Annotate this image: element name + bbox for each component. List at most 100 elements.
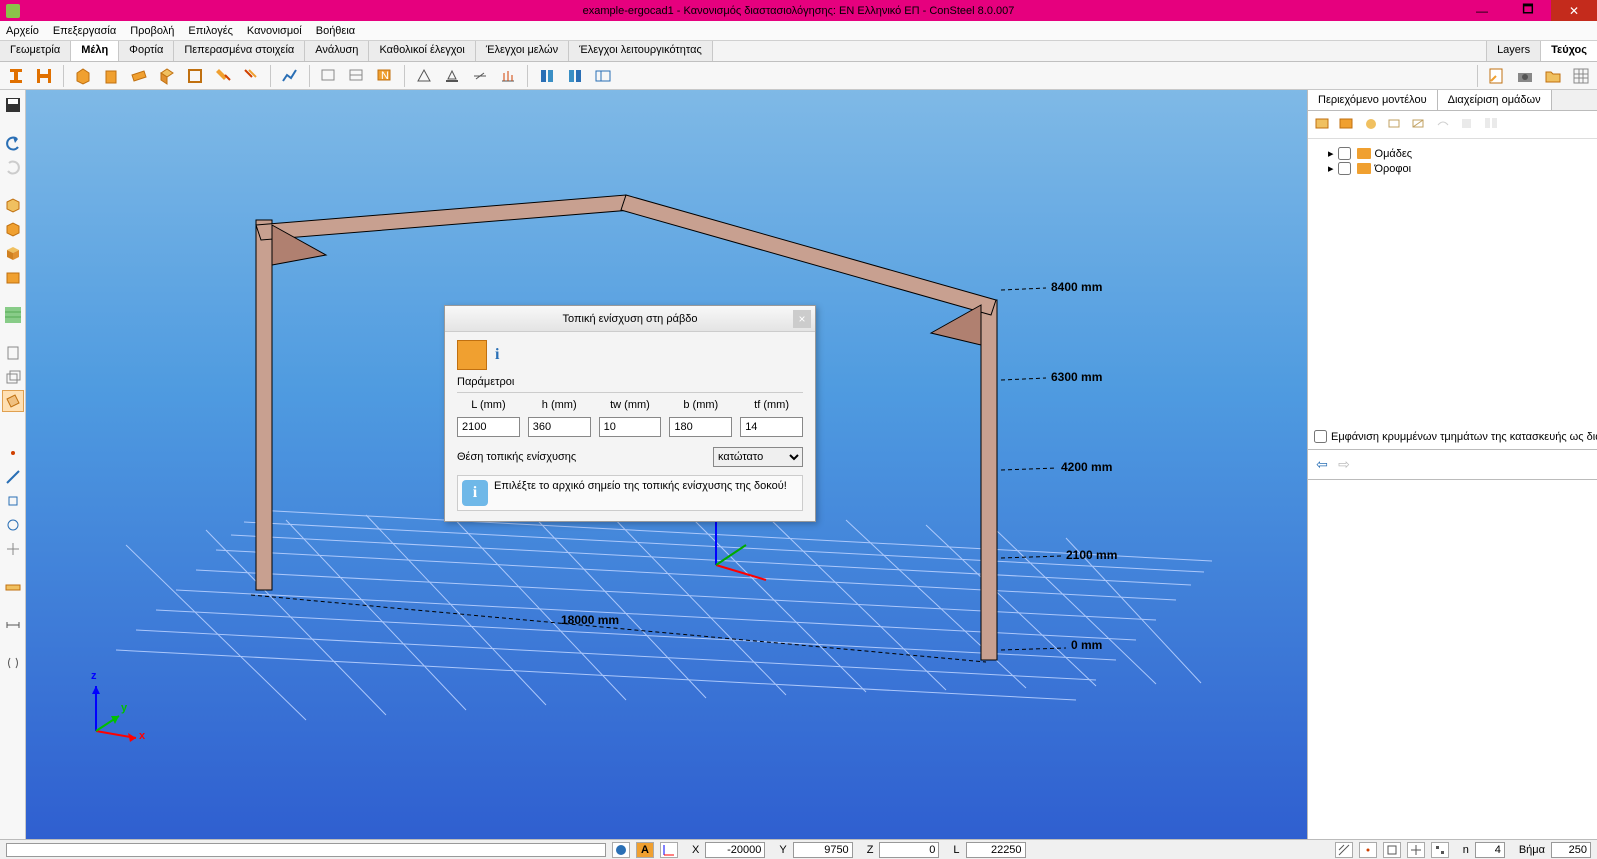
tree-stories[interactable]: ▸ Όροφοι	[1328, 162, 1587, 175]
snap-icon-5[interactable]	[1431, 842, 1449, 858]
tab-finite-elements[interactable]: Πεπερασμένα στοιχεία	[174, 41, 305, 61]
tool-frame-icon[interactable]	[183, 64, 207, 88]
tree-groups[interactable]: ▸ Ομάδες	[1328, 147, 1587, 160]
line-icon[interactable]	[2, 466, 24, 488]
tool-link3-icon[interactable]	[591, 64, 615, 88]
tool-camera-icon[interactable]	[1513, 64, 1537, 88]
brackets-icon[interactable]	[2, 652, 24, 674]
snap1-icon[interactable]	[2, 490, 24, 512]
input-step[interactable]	[1551, 842, 1591, 858]
tree-stories-checkbox[interactable]	[1338, 162, 1351, 175]
close-button[interactable]: ✕	[1551, 0, 1597, 21]
rp-icon-6[interactable]	[1434, 115, 1452, 134]
menu-help[interactable]: Βοήθεια	[316, 25, 355, 37]
input-tw[interactable]	[599, 417, 662, 437]
tool-link1-icon[interactable]	[535, 64, 559, 88]
tool-support1-icon[interactable]	[412, 64, 436, 88]
rtab-group-mgmt[interactable]: Διαχείριση ομάδων	[1438, 90, 1552, 110]
input-n[interactable]	[1475, 842, 1505, 858]
redo-icon[interactable]	[2, 156, 24, 178]
sheet1-icon[interactable]	[2, 342, 24, 364]
rp-icon-2[interactable]	[1338, 115, 1356, 134]
snap3-icon[interactable]	[2, 538, 24, 560]
status-A-button[interactable]: A	[636, 842, 654, 858]
tool-support4-icon[interactable]	[496, 64, 520, 88]
tool-chart-icon[interactable]	[278, 64, 302, 88]
cube1-icon[interactable]	[2, 194, 24, 216]
dialog-close-button[interactable]: ×	[793, 310, 811, 328]
status-axis-icon[interactable]	[660, 842, 678, 858]
haunch-mode-icon[interactable]	[457, 340, 487, 370]
rp-icon-8[interactable]	[1482, 115, 1500, 134]
rp-icon-7[interactable]	[1458, 115, 1476, 134]
info-icon[interactable]: i	[495, 346, 499, 364]
rp-icon-4[interactable]	[1386, 115, 1404, 134]
status-globe-icon[interactable]	[612, 842, 630, 858]
maximize-button[interactable]: 🗖	[1505, 0, 1551, 21]
tool-flag1-icon[interactable]	[317, 64, 341, 88]
tab-serviceability[interactable]: Έλεγχοι λειτουργικότητας	[569, 41, 713, 61]
tool-flag3-icon[interactable]: N	[373, 64, 397, 88]
input-X[interactable]	[705, 842, 765, 858]
right-tab-layers[interactable]: Layers	[1486, 41, 1540, 61]
nav-back-icon[interactable]: ⇦	[1314, 457, 1330, 473]
input-Y[interactable]	[793, 842, 853, 858]
position-select[interactable]: κατώτατο	[713, 447, 803, 467]
undo-icon[interactable]	[2, 132, 24, 154]
save-icon[interactable]	[2, 94, 24, 116]
right-tab-report[interactable]: Τεύχος	[1540, 41, 1597, 61]
rp-icon-5[interactable]	[1410, 115, 1428, 134]
tab-geometry[interactable]: Γεωμετρία	[0, 41, 71, 61]
input-L[interactable]	[457, 417, 520, 437]
sheet3-icon[interactable]	[2, 390, 24, 412]
tab-loads[interactable]: Φορτία	[119, 41, 174, 61]
cube4-icon[interactable]	[2, 266, 24, 288]
tab-members[interactable]: Μέλη	[71, 41, 119, 61]
input-tf[interactable]	[740, 417, 803, 437]
tool-plate-icon[interactable]	[127, 64, 151, 88]
nav-forward-icon[interactable]: ⇨	[1336, 457, 1352, 473]
snap-icon-1[interactable]	[1335, 842, 1353, 858]
snap-icon-4[interactable]	[1407, 842, 1425, 858]
tool-bolt-icon[interactable]	[211, 64, 235, 88]
tab-analysis[interactable]: Ανάλυση	[305, 41, 369, 61]
tab-global-checks[interactable]: Καθολικοί έλεγχοι	[369, 41, 475, 61]
dim-icon[interactable]	[2, 614, 24, 636]
point-icon[interactable]	[2, 442, 24, 464]
tool-box2-icon[interactable]	[99, 64, 123, 88]
sheet2-icon[interactable]	[2, 366, 24, 388]
cube3-icon[interactable]	[2, 242, 24, 264]
tab-member-checks[interactable]: Έλεγχοι μελών	[476, 41, 569, 61]
tool-support2-icon[interactable]	[440, 64, 464, 88]
tool-box-icon[interactable]	[71, 64, 95, 88]
snap2-icon[interactable]	[2, 514, 24, 536]
cube2-icon[interactable]	[2, 218, 24, 240]
input-h[interactable]	[528, 417, 591, 437]
menu-file[interactable]: Αρχείο	[6, 25, 39, 37]
input-Z[interactable]	[879, 842, 939, 858]
show-hidden-checkbox[interactable]	[1314, 430, 1327, 443]
input-L-status[interactable]	[966, 842, 1026, 858]
tree-groups-checkbox[interactable]	[1338, 147, 1351, 160]
menu-options[interactable]: Επιλογές	[188, 25, 233, 37]
viewport-3d[interactable]: 8400 mm 6300 mm 4200 mm 2100 mm 0 mm 180…	[26, 90, 1307, 839]
rp-icon-3[interactable]	[1362, 115, 1380, 134]
rtab-model-content[interactable]: Περιεχόμενο μοντέλου	[1308, 90, 1438, 110]
menu-edit[interactable]: Επεξεργασία	[53, 25, 116, 37]
menu-regulations[interactable]: Κανονισμοί	[247, 25, 302, 37]
tool-folder-icon[interactable]	[1541, 64, 1565, 88]
minimize-button[interactable]: —	[1459, 0, 1505, 21]
rp-icon-1[interactable]	[1314, 115, 1332, 134]
snap-icon-3[interactable]	[1383, 842, 1401, 858]
tool-link2-icon[interactable]	[563, 64, 587, 88]
grid-tool-icon[interactable]	[2, 304, 24, 326]
tool-support3-icon[interactable]	[468, 64, 492, 88]
tool-section-i-icon[interactable]	[4, 64, 28, 88]
tool-flag2-icon[interactable]	[345, 64, 369, 88]
snap-icon-2[interactable]	[1359, 842, 1377, 858]
tool-box3-icon[interactable]	[155, 64, 179, 88]
tool-section-h-icon[interactable]	[32, 64, 56, 88]
tool-bolt2-icon[interactable]	[239, 64, 263, 88]
input-b[interactable]	[669, 417, 732, 437]
dialog-titlebar[interactable]: Τοπική ενίσχυση στη ράβδο ×	[445, 306, 815, 332]
